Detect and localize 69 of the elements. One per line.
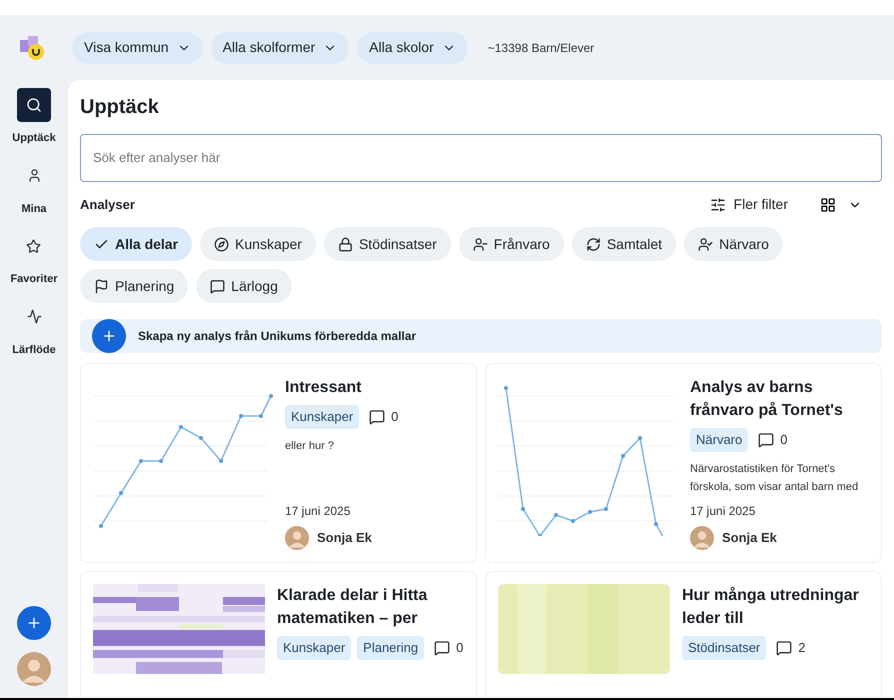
comment-icon [776,640,792,656]
category-tag: Närvaro [690,428,748,452]
category-chip[interactable]: Samtalet [572,227,676,261]
filter-dropdown[interactable]: Alla skolor [357,32,468,64]
avatar [690,526,714,550]
analysis-card[interactable]: Intressant Kunskaper 0 eller hur ? 17 juni 2025 Sonja Ek [80,363,477,563]
create-analysis-banner[interactable]: Skapa ny analys från Unikums förberedda mallar [80,319,882,353]
add-button[interactable] [17,606,51,640]
compass-icon [214,236,230,252]
analysis-card[interactable]: Hur många utredningar leder till Stödinsatser 2 [485,571,882,698]
analysis-card[interactable]: Klarade delar i Hitta matematiken – per Kunskaper Planering 0 [80,571,477,698]
category-chip[interactable]: Kunskaper [200,227,316,261]
heatmap-cell [138,584,178,592]
search-icon [26,97,42,113]
comment-count: 0 [391,408,398,426]
comment-icon [758,432,774,448]
card-description: eller hur ? [285,438,335,454]
comment-count: 2 [798,639,806,657]
card-description: Närvarostatistiken för Tornet's förskola, som visar antal barn med [690,462,860,494]
pulse-icon [26,309,42,324]
heatmap-cell [136,597,179,611]
comment-icon [434,640,450,656]
page-title: Upptäck [80,95,160,120]
plus-icon [26,615,42,631]
sidebar-item[interactable]: Favoriter [10,229,58,288]
category-chip[interactable]: Stödinsatser [324,227,451,261]
card-date: 17 juni 2025 [285,503,352,520]
grid-icon[interactable] [820,196,836,212]
sidebar-item[interactable]: Mina [17,158,51,217]
category-chip[interactable]: Alla delar [80,227,192,261]
plus-icon [101,328,117,344]
section-title: Analyser [80,196,136,214]
analysis-card[interactable]: Analys av barns frånvaro på Tornet's Närvaro 0 Närvarostatistiken för Tornet's förskola, som visar antal barn med 17 juni 2025 Sonja Ek [485,363,882,563]
user-icon [26,168,42,183]
comment-count: 0 [456,639,464,657]
student-count: ~13398 Barn/Elever [488,40,594,56]
card-title: Intressant [285,378,362,398]
category-chip[interactable]: Närvaro [684,227,783,261]
author-name: Sonja Ek [722,529,777,548]
category-tag: Kunskaper [285,405,360,428]
sliders-icon [710,196,726,212]
category-tag: Stödinsatser [682,636,766,660]
speech-bubble-icon [210,278,226,294]
author-name: Sonja Ek [317,529,372,548]
sidebar-item[interactable]: Lärflöde [12,300,56,358]
avatar [285,526,309,550]
category-chip[interactable]: Planering [80,269,188,303]
lock-icon [338,236,353,252]
card-title: Analys av barns frånvaro på Tornet's [690,378,844,421]
filter-dropdown[interactable]: Visa kommun [72,32,203,64]
category-chip[interactable]: Lärlogg [196,269,292,303]
search-field[interactable]: Sök efter analyser här [80,134,882,182]
sidebar-item[interactable]: Upptäck [12,88,56,146]
refresh-icon [586,236,601,252]
user-check-icon [698,236,714,252]
card-date: 17 juni 2025 [690,503,756,520]
comment-count: 0 [780,431,788,449]
comment-icon [369,408,386,425]
card-title: Klarade delar i Hitta matematiken – per [277,586,428,629]
user-minus-icon [472,236,488,252]
flag-icon [94,278,109,294]
filter-dropdown[interactable]: Alla skolformer [210,32,350,64]
category-tag: Kunskaper [277,636,352,660]
category-chip[interactable]: Frånvaro [458,227,564,261]
category-tag: Planering [357,636,424,660]
card-title: Hur många utredningar leder till [682,586,860,629]
more-filters-button[interactable]: Fler filter [710,194,788,215]
avatar [17,652,51,686]
star-icon [26,238,42,254]
